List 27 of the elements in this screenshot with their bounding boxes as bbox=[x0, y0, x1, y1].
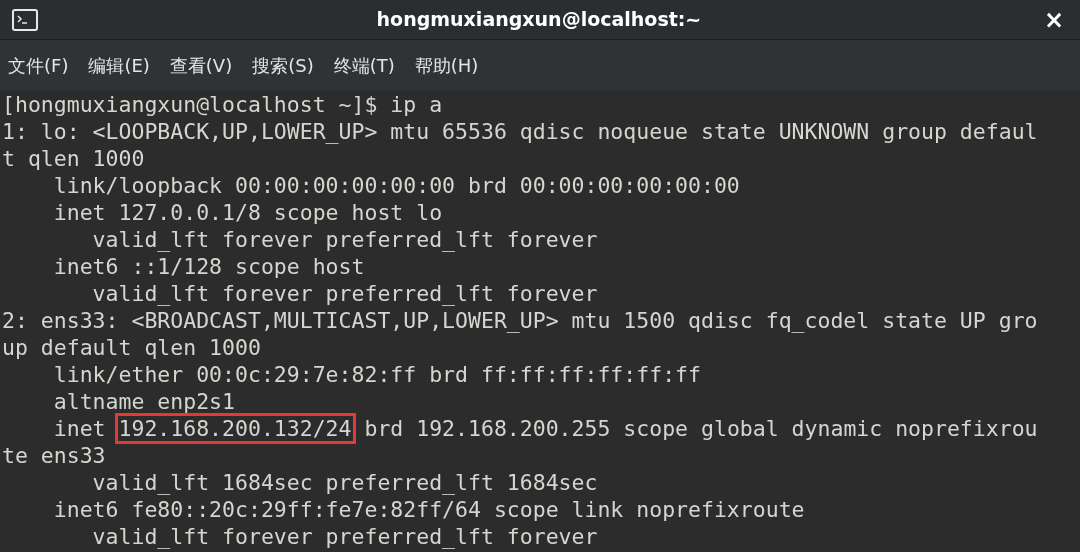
terminal-text: valid_lft forever preferred_lft forever bbox=[91, 280, 598, 307]
terminal-icon bbox=[12, 8, 38, 31]
terminal-text: link/ether 00:0c:29:7e:82:ff brd ff:ff:ff:ff:ff:ff bbox=[52, 361, 701, 388]
terminal-text: valid_lft forever preferred_lft forever bbox=[91, 226, 598, 253]
terminal-text: [hongmuxiangxun@localhost ~]$ ip a bbox=[2, 91, 443, 118]
terminal-text: up default qlen 1000 bbox=[2, 334, 261, 361]
close-button[interactable]: × bbox=[1039, 7, 1068, 32]
menu-item[interactable]: 终端(T) bbox=[333, 51, 395, 79]
terminal-text: altname enp2s1 bbox=[52, 388, 235, 415]
terminal-text: 2: ens33: <BROADCAST,MULTICAST,UP,LOWER_UP> mtu 1500 qdisc fq_codel state UP gro bbox=[2, 307, 1038, 334]
terminal-text: inet 127.0.0.1/8 scope host lo bbox=[52, 199, 443, 226]
terminal-text: brd 192.168.200.255 scope global dynamic noprefixrou bbox=[363, 415, 1038, 442]
menu-item[interactable]: 帮助(H) bbox=[414, 51, 479, 79]
menu-item[interactable]: 查看(V) bbox=[169, 51, 233, 79]
terminal-text: t qlen 1000 bbox=[2, 145, 145, 172]
window-title: hongmuxiangxun@localhost:~ bbox=[376, 7, 702, 33]
terminal-text: inet bbox=[52, 415, 107, 442]
menu-item[interactable]: 搜索(S) bbox=[252, 51, 314, 79]
terminal-text: valid_lft 1684sec preferred_lft 1684sec bbox=[91, 469, 598, 496]
terminal-text: 1: lo: <LOOPBACK,UP,LOWER_UP> mtu 65536 qdisc noqueue state UNKNOWN group defaul bbox=[2, 118, 1038, 145]
terminal-text: valid_lft forever preferred_lft forever bbox=[91, 523, 598, 550]
menu-item[interactable]: 编辑(E) bbox=[88, 51, 150, 79]
terminal-text: link/loopback 00:00:00:00:00:00 brd 00:00:00:00:00:00 bbox=[52, 172, 740, 199]
terminal-text: inet6 fe80::20c:29ff:fe7e:82ff/64 scope link noprefixroute bbox=[52, 496, 805, 523]
terminal-text: te ens33 bbox=[2, 442, 106, 469]
menu-item[interactable]: 文件(F) bbox=[8, 51, 69, 79]
terminal-text: inet6 ::1/128 scope host bbox=[52, 253, 365, 280]
